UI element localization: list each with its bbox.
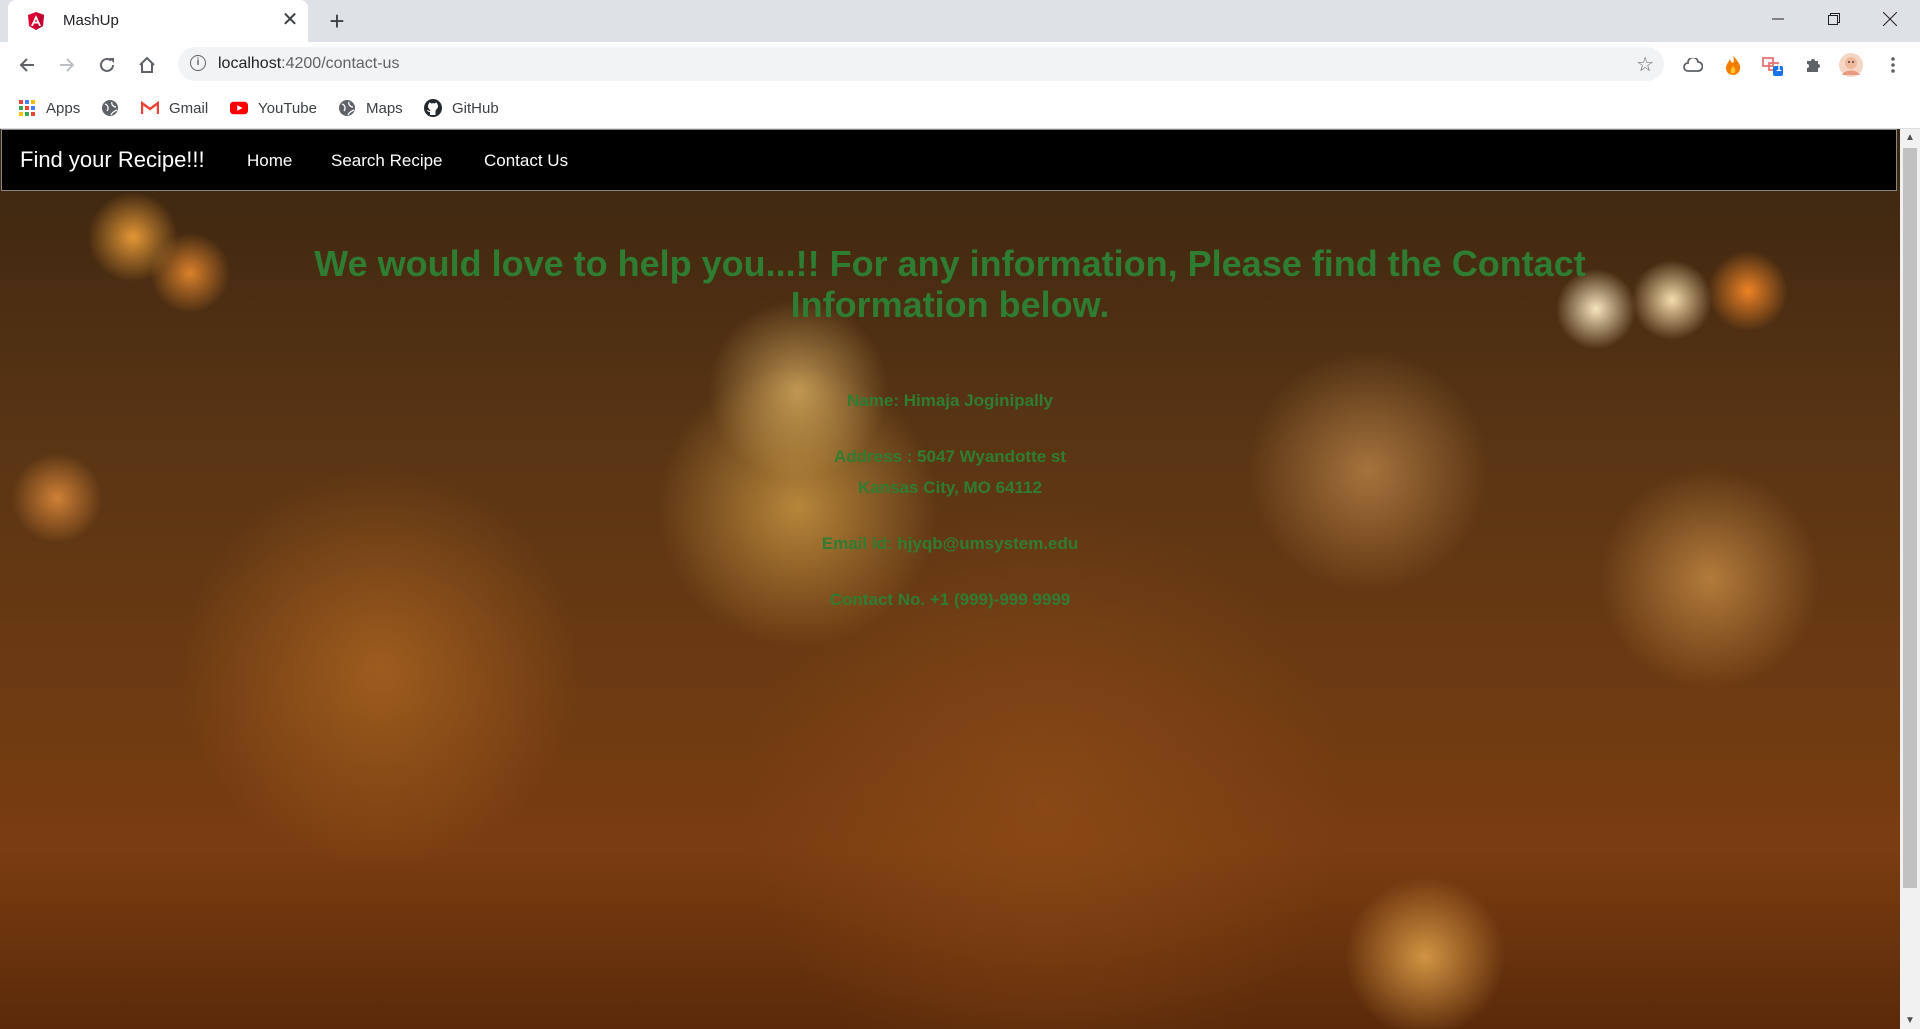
nav-link-search-recipe[interactable]: Search Recipe [331,151,443,171]
home-button[interactable] [132,50,162,80]
scroll-up-arrow-icon[interactable]: ▲ [1900,129,1920,146]
bookmark-gmail[interactable]: Gmail [141,97,208,119]
tab-title: MashUp [63,12,119,29]
scroll-down-arrow-icon[interactable]: ▼ [1900,1012,1920,1029]
profile-avatar[interactable] [1838,52,1864,78]
extension-cloud-icon[interactable] [1680,52,1706,78]
contact-content: We would love to help you...!! For any i… [0,191,1900,640]
chrome-menu-icon[interactable] [1880,52,1906,78]
apps-grid-icon [18,99,36,117]
globe-icon [101,99,119,117]
bookmark-star-icon[interactable]: ☆ [1636,52,1654,77]
minimize-button[interactable] [1750,0,1806,38]
bookmark-globe[interactable] [101,97,129,119]
bookmark-github[interactable]: GitHub [424,97,499,119]
back-button[interactable] [12,50,42,80]
reload-button[interactable] [92,50,122,80]
bookmark-label: GitHub [452,99,499,117]
globe-icon [338,99,356,117]
bookmark-label: Gmail [169,99,209,117]
bookmark-label: YouTube [258,99,317,117]
extension-badge-icon[interactable]: 1 [1760,52,1786,78]
nav-link-contact-us[interactable]: Contact Us [484,151,568,171]
youtube-icon [230,99,248,117]
contact-name: Name: Himaja Joginipally [847,391,1053,410]
bookmark-label: Apps [46,99,81,117]
contact-phone: Contact No. +1 (999)-999 9999 [829,590,1071,609]
browser-tab[interactable]: MashUp ✕ [8,0,308,42]
contact-info: Name: Himaja Joginipally Address : 5047 … [0,385,1900,615]
contact-heading: We would love to help you...!! For any i… [314,243,1586,325]
bookmark-youtube[interactable]: YouTube [230,97,317,119]
nav-link-home[interactable]: Home [247,151,292,171]
contact-email: Email id: hjyqb@umsystem.edu [821,534,1079,553]
reload-icon [100,57,114,72]
angular-icon [28,12,44,30]
address-line-2: Kansas City, MO 64112 [858,478,1042,497]
scroll-thumb[interactable] [1903,148,1917,888]
contact-address: Address : 5047 Wyandotte st Kansas City,… [0,441,1900,503]
extension-badge-count: 1 [1776,63,1782,74]
extensions-puzzle-icon[interactable] [1800,52,1826,78]
address-bar[interactable]: i localhost:4200/contact-us ☆ [178,47,1664,81]
new-tab-button[interactable]: + [324,8,350,34]
back-arrow-icon [19,58,34,72]
restore-button[interactable] [1806,0,1862,38]
url-path: :4200/contact-us [281,55,400,72]
site-brand[interactable]: Find your Recipe!!! [20,147,205,173]
site-info-icon[interactable]: i [190,55,206,71]
forward-button[interactable] [52,50,82,80]
url-text: localhost:4200/contact-us [218,55,399,73]
page-viewport: Find your Recipe!!! Home Search Recipe C… [0,129,1900,1029]
home-icon [139,56,155,73]
forward-arrow-icon [60,58,75,72]
browser-toolbar: i localhost:4200/contact-us ☆ 1 [0,42,1920,88]
extension-fire-icon[interactable] [1720,52,1746,78]
close-icon [1883,12,1897,26]
bookmark-apps[interactable]: Apps [18,97,80,119]
url-host: localhost [218,55,282,72]
page-scrollbar[interactable]: ▲ ▼ [1900,129,1920,1029]
close-window-button[interactable] [1862,0,1918,38]
minimize-icon [1772,18,1784,20]
github-icon [424,99,442,117]
bookmarks-bar: Apps Gmail YouTube Maps GitHub [0,88,1920,129]
bookmark-maps[interactable]: Maps [338,97,403,119]
address-line-1: Address : 5047 Wyandotte st [833,447,1067,466]
site-navbar: Find your Recipe!!! Home Search Recipe C… [1,129,1897,191]
tab-close-icon[interactable]: ✕ [280,10,300,30]
restore-icon [1828,13,1840,25]
gmail-icon [141,99,159,117]
tab-strip: MashUp ✕ + [0,0,1920,42]
bookmark-label: Maps [366,99,403,117]
